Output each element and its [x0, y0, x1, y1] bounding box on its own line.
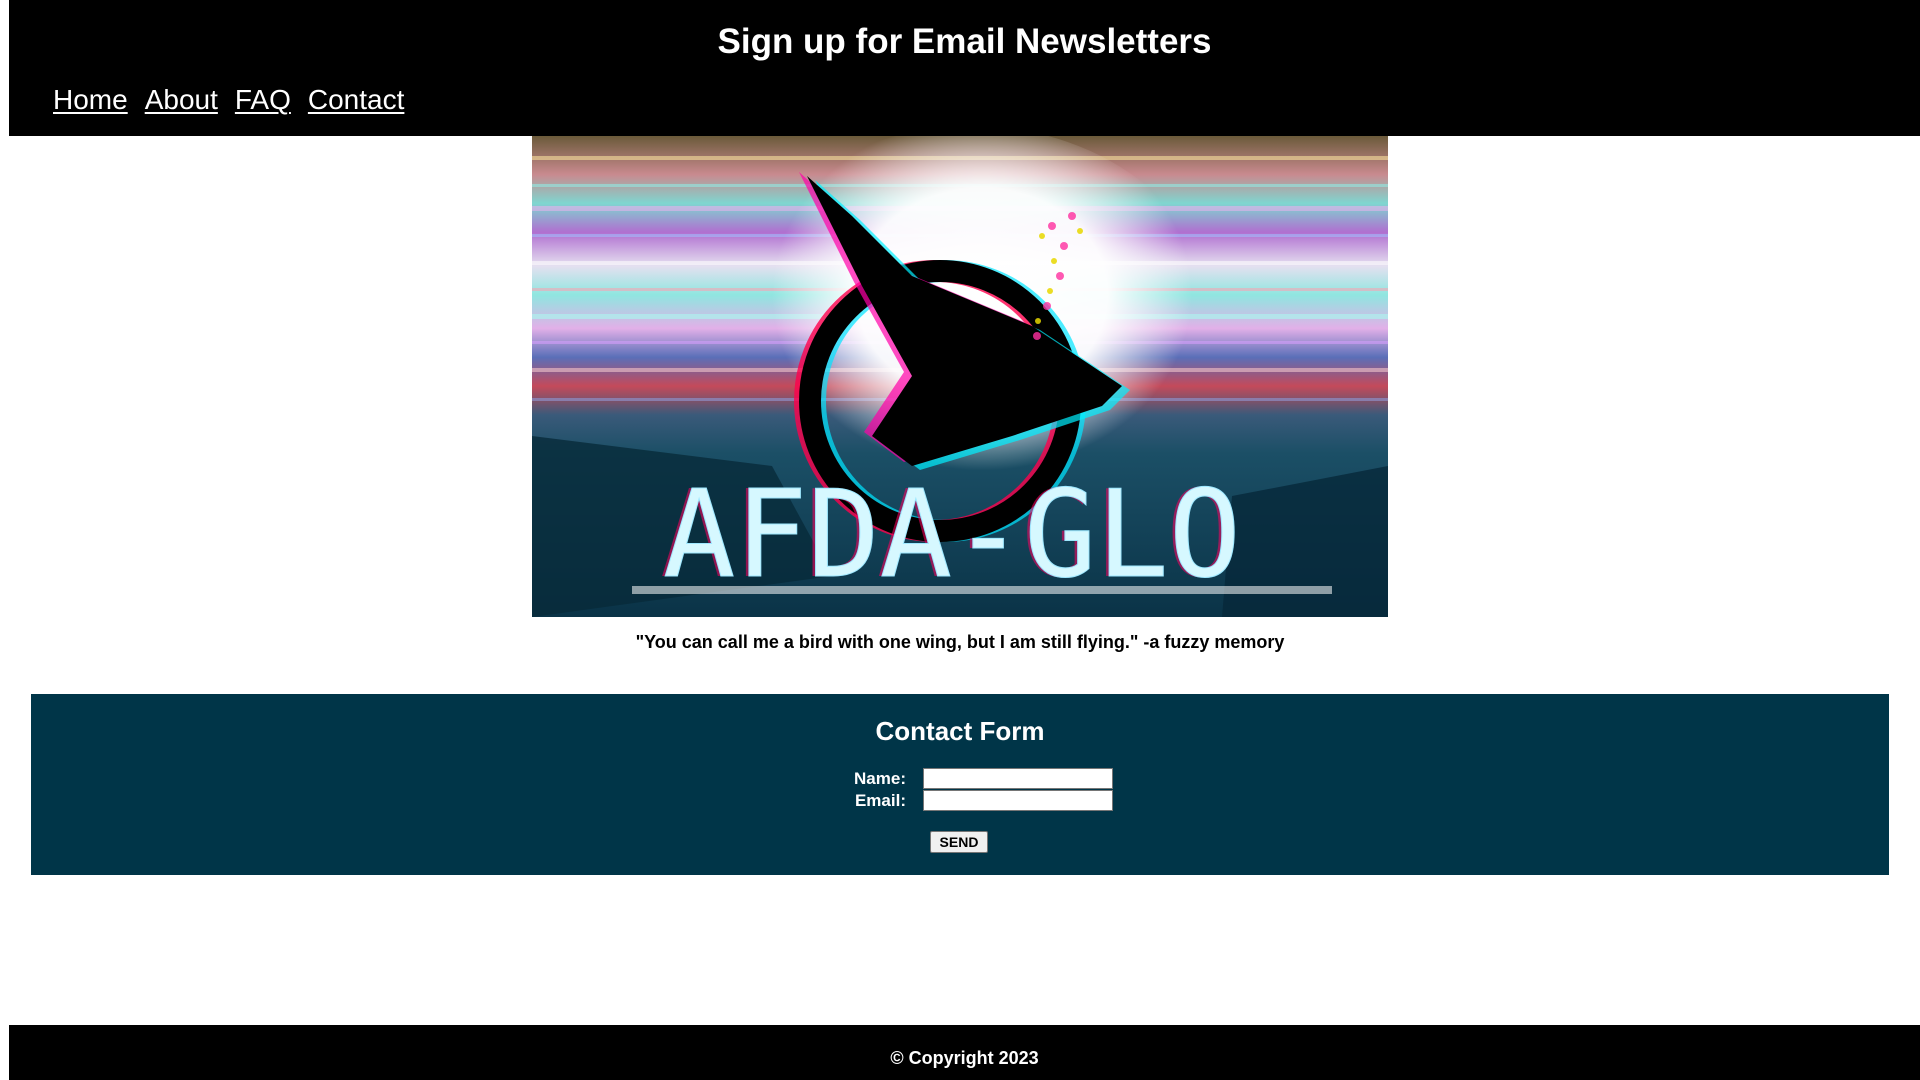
site-footer: © Copyright 2023	[9, 1025, 1920, 1080]
email-label: Email:	[854, 791, 906, 810]
name-input[interactable]	[923, 768, 1113, 789]
copyright-text: © Copyright 2023	[890, 1048, 1039, 1068]
email-input[interactable]	[923, 790, 1113, 811]
contact-form: Contact Form Name: Email: SEND	[31, 694, 1889, 875]
email-row: Email:	[31, 790, 1889, 812]
logo-text: AFDA-GLO	[663, 466, 1241, 605]
main-nav: Home About FAQ Contact	[53, 84, 404, 116]
nav-link-about[interactable]: About	[145, 84, 218, 116]
page-title: Sign up for Email Newsletters	[717, 22, 1212, 61]
nav-link-faq[interactable]: FAQ	[235, 84, 291, 116]
nav-link-contact[interactable]: Contact	[308, 84, 405, 116]
send-button[interactable]: SEND	[930, 831, 988, 853]
name-row: Name:	[31, 768, 1889, 790]
site-header: Sign up for Email Newsletters Home About…	[9, 0, 1920, 136]
contact-form-title: Contact Form	[875, 716, 1045, 746]
quote-text: "You can call me a bird with one wing, b…	[635, 632, 1285, 652]
nav-link-home[interactable]: Home	[53, 84, 128, 116]
hero-image: AFDA-GLO AFDA-GLO	[532, 136, 1388, 617]
name-label: Name:	[854, 769, 906, 788]
